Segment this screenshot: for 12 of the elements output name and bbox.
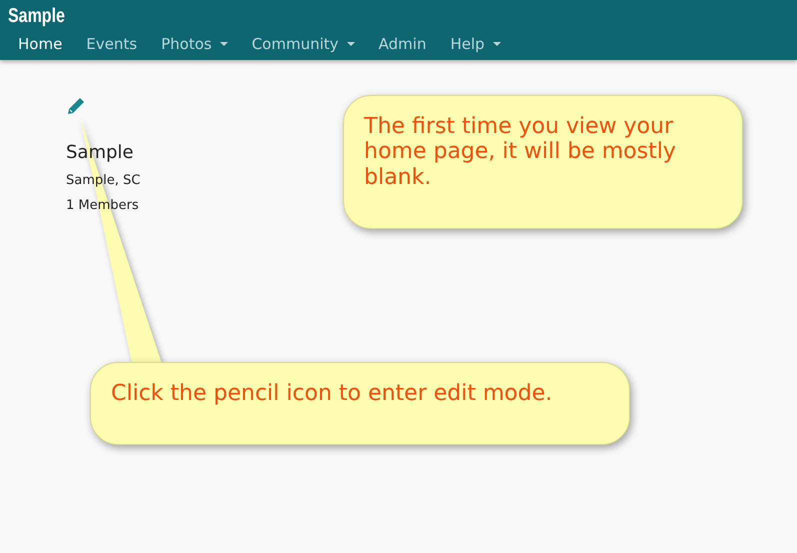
nav-item[interactable]: Home xyxy=(18,32,62,56)
nav-item[interactable]: Help xyxy=(450,32,501,56)
brand-title[interactable]: Sample xyxy=(8,4,65,28)
nav-item[interactable]: Admin xyxy=(378,32,426,56)
nav-item[interactable]: Community xyxy=(252,32,355,56)
callout-note: The first time you view your home page, it will be mostly blank. xyxy=(343,95,743,229)
member-count: 1 Members xyxy=(66,198,139,213)
group-name: Sample xyxy=(66,142,134,163)
group-location: Sample, SC xyxy=(66,173,140,188)
nav-item[interactable]: Events xyxy=(86,32,138,56)
nav-item[interactable]: Photos xyxy=(161,32,228,56)
pencil-icon[interactable] xyxy=(66,96,86,116)
